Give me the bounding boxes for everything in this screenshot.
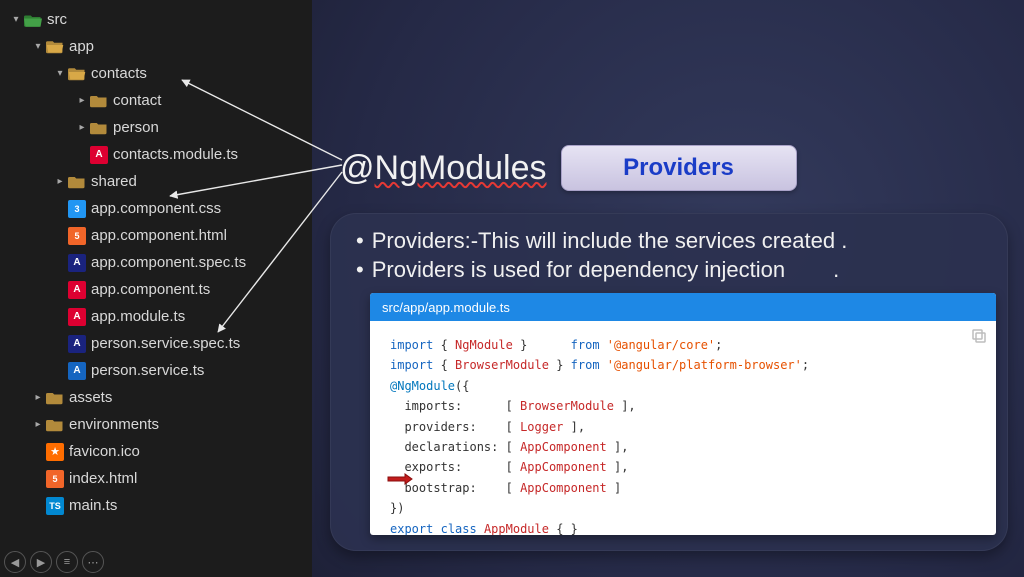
prev-slide-button[interactable]: ◀ [4, 551, 26, 573]
copy-icon[interactable] [970, 327, 988, 345]
folder-icon [90, 119, 108, 137]
html5-icon: 5 [46, 470, 64, 488]
tree-item-app-css[interactable]: 3 app.component.css [2, 195, 312, 222]
title-main-word: NgModules [375, 149, 547, 187]
title-at-sign: @ [340, 149, 375, 187]
tree-item-app-html[interactable]: 5 app.component.html [2, 222, 312, 249]
providers-arrow-icon [387, 473, 413, 485]
angular-spec-icon: A [68, 254, 86, 272]
tree-label: index.html [69, 470, 137, 487]
slide-menu-button[interactable]: ≡ [56, 551, 78, 573]
chevron-down-icon: ▾ [32, 41, 44, 52]
css3-icon: 3 [68, 200, 86, 218]
folder-src-icon [24, 11, 42, 29]
slide-panel: @NgModules Providers Providers:-This wil… [312, 0, 1024, 577]
next-slide-button[interactable]: ▶ [30, 551, 52, 573]
tree-item-person-spec[interactable]: A person.service.spec.ts [2, 330, 312, 357]
chevron-right-icon: ▸ [32, 419, 44, 430]
bullet-text: Providers:-This will include the service… [372, 227, 848, 256]
folder-icon [46, 416, 64, 434]
tree-label: app.component.css [91, 200, 221, 217]
tree-label: person.service.ts [91, 362, 204, 379]
providers-button[interactable]: Providers [561, 145, 797, 191]
chevron-right-icon: ▸ [54, 176, 66, 187]
tree-label: app.component.html [91, 227, 227, 244]
folder-icon [46, 389, 64, 407]
slide-title: @NgModules [340, 149, 547, 188]
tree-item-main-ts[interactable]: TS main.ts [2, 492, 312, 519]
chevron-right-icon: ▸ [76, 122, 88, 133]
bullet-line-1: Providers:-This will include the service… [356, 227, 982, 256]
angular-icon: A [90, 146, 108, 164]
chevron-down-icon: ▾ [54, 68, 66, 79]
code-card: src/app/app.module.ts import { NgModule … [370, 293, 996, 535]
tree-label: person.service.spec.ts [91, 335, 240, 352]
angular-icon: A [68, 308, 86, 326]
slide-body-panel: Providers:-This will include the service… [330, 213, 1008, 551]
tree-item-person[interactable]: ▸ person [2, 114, 312, 141]
tree-label: app [69, 38, 94, 55]
tree-label: shared [91, 173, 137, 190]
tree-item-app-spec[interactable]: A app.component.spec.ts [2, 249, 312, 276]
tree-label: contact [113, 92, 161, 109]
tree-item-favicon[interactable]: ★ favicon.ico [2, 438, 312, 465]
folder-open-icon [68, 65, 86, 83]
tree-item-shared[interactable]: ▸ shared [2, 168, 312, 195]
more-options-button[interactable]: ⋯ [82, 551, 104, 573]
code-block: import { NgModule } from '@angular/core'… [370, 321, 996, 535]
tree-item-contacts-module[interactable]: A contacts.module.ts [2, 141, 312, 168]
tree-label: contacts [91, 65, 147, 82]
tree-item-index-html[interactable]: 5 index.html [2, 465, 312, 492]
tree-item-src[interactable]: ▾ src [2, 6, 312, 33]
folder-icon [68, 173, 86, 191]
tree-item-environments[interactable]: ▸ environments [2, 411, 312, 438]
chevron-right-icon: ▸ [32, 392, 44, 403]
tree-label: contacts.module.ts [113, 146, 238, 163]
tree-label: environments [69, 416, 159, 433]
tree-label: main.ts [69, 497, 117, 514]
tree-label: assets [69, 389, 112, 406]
tree-label: app.component.spec.ts [91, 254, 246, 271]
tree-item-contacts[interactable]: ▾ contacts [2, 60, 312, 87]
chevron-right-icon: ▸ [76, 95, 88, 106]
angular-spec-icon: A [68, 335, 86, 353]
tree-item-contact[interactable]: ▸ contact [2, 87, 312, 114]
code-filepath: src/app/app.module.ts [370, 293, 996, 321]
trailing-dot: . [833, 256, 839, 285]
favicon-icon: ★ [46, 443, 64, 461]
angular-icon: A [68, 281, 86, 299]
tree-label: person [113, 119, 159, 136]
folder-open-icon [46, 38, 64, 56]
tree-item-assets[interactable]: ▸ assets [2, 384, 312, 411]
chevron-down-icon: ▾ [10, 14, 22, 25]
tree-item-person-service[interactable]: A person.service.ts [2, 357, 312, 384]
file-explorer-panel: ▾ src ▾ app ▾ contacts ▸ contact ▸ perso… [0, 0, 312, 577]
slide-title-row: @NgModules Providers [340, 145, 797, 191]
tree-item-app-component[interactable]: A app.component.ts [2, 276, 312, 303]
tree-item-app[interactable]: ▾ app [2, 33, 312, 60]
tree-label: src [47, 11, 67, 28]
bullet-line-2: Providers is used for dependency injecti… [356, 256, 982, 285]
presentation-controls: ◀ ▶ ≡ ⋯ [4, 551, 104, 573]
tree-label: app.module.ts [91, 308, 185, 325]
typescript-icon: TS [46, 497, 64, 515]
html5-icon: 5 [68, 227, 86, 245]
bullet-text: Providers is used for dependency injecti… [372, 256, 785, 285]
tree-item-app-module[interactable]: A app.module.ts [2, 303, 312, 330]
tree-label: app.component.ts [91, 281, 210, 298]
tree-label: favicon.ico [69, 443, 140, 460]
angular-service-icon: A [68, 362, 86, 380]
folder-icon [90, 92, 108, 110]
